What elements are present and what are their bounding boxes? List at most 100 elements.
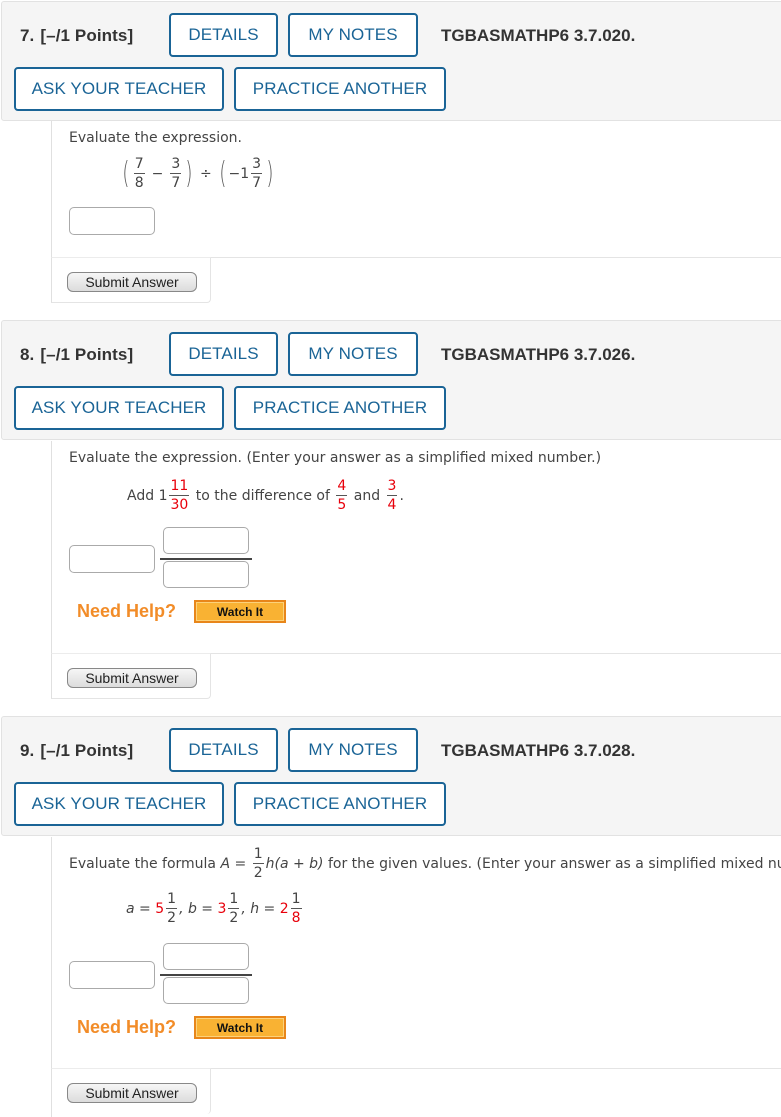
my-notes-button[interactable]: MY NOTES bbox=[288, 728, 418, 772]
denominator: 8 bbox=[291, 910, 301, 926]
denominator: 8 bbox=[134, 175, 144, 191]
mixed-whole: −1 bbox=[228, 165, 250, 182]
question-number-text: 9. bbox=[20, 741, 35, 760]
details-button[interactable]: DETAILS bbox=[169, 332, 278, 376]
denominator: 7 bbox=[252, 175, 262, 191]
points-label: [–/1 Points] bbox=[40, 26, 134, 45]
mixed-whole: 3 bbox=[217, 900, 227, 917]
denominator: 5 bbox=[337, 497, 347, 513]
mixed-whole: 2 bbox=[279, 900, 289, 917]
whole-number-input[interactable] bbox=[69, 961, 155, 989]
text-end: . bbox=[399, 487, 404, 504]
denominator: 4 bbox=[387, 497, 397, 513]
math-expression: ( 78 − 37 ) ÷ ( −1 37 ) bbox=[120, 157, 276, 190]
mixed-whole: 5 bbox=[155, 900, 165, 917]
question-number: 8. [–/1 Points] bbox=[20, 345, 133, 365]
divider bbox=[211, 257, 781, 258]
practice-another-button[interactable]: PRACTICE ANOTHER bbox=[234, 67, 446, 111]
numerator: 1 bbox=[252, 846, 264, 864]
numerator: 11 bbox=[169, 478, 190, 496]
submit-answer-button[interactable]: Submit Answer bbox=[67, 668, 197, 688]
ask-your-teacher-button[interactable]: ASK YOUR TEACHER bbox=[14, 386, 224, 430]
numerator: 4 bbox=[336, 478, 348, 496]
prompt-text: Evaluate the formula bbox=[69, 855, 217, 872]
practice-another-button[interactable]: PRACTICE ANOTHER bbox=[234, 386, 446, 430]
numerator: 3 bbox=[251, 156, 263, 174]
fraction: 12 bbox=[166, 891, 178, 926]
need-help-label: Need Help? bbox=[77, 1017, 177, 1037]
fraction-bar bbox=[160, 974, 252, 976]
need-help-label: Need Help? bbox=[77, 601, 177, 621]
submit-area: Submit Answer bbox=[51, 257, 211, 303]
details-button[interactable]: DETAILS bbox=[169, 13, 278, 57]
question-header: 8. [–/1 Points] DETAILS MY NOTES TGBASMAT… bbox=[1, 320, 781, 440]
close-paren: ) bbox=[266, 155, 274, 191]
question-number-text: 8. bbox=[20, 345, 35, 364]
fraction: 34 bbox=[386, 478, 398, 513]
prompt-text: for the given values. (Enter your answer… bbox=[327, 855, 781, 872]
fraction: 12 bbox=[252, 846, 264, 880]
given-values: a = 512, b = 312, h = 218 bbox=[126, 892, 304, 925]
math-expression: Add 1 11 30 to the difference of 45 and 3… bbox=[127, 479, 404, 512]
value-label: , h = bbox=[241, 900, 276, 917]
numerator: 7 bbox=[133, 156, 145, 174]
open-paren: ( bbox=[122, 155, 130, 191]
details-button[interactable]: DETAILS bbox=[169, 728, 278, 772]
fraction: 45 bbox=[336, 478, 348, 513]
ask-your-teacher-button[interactable]: ASK YOUR TEACHER bbox=[14, 782, 224, 826]
text-middle: to the difference of bbox=[195, 487, 330, 504]
points-label: [–/1 Points] bbox=[40, 741, 134, 760]
formula-variable: A bbox=[220, 855, 231, 872]
denominator: 2 bbox=[167, 910, 177, 926]
numerator: 1 bbox=[228, 891, 240, 909]
question-code: TGBASMATHP6 3.7.020. bbox=[441, 26, 636, 45]
text-and: and bbox=[353, 487, 381, 504]
fraction-bar bbox=[160, 558, 252, 560]
question-prompt: Evaluate the formula A = 1 2 h (a + b) for … bbox=[69, 847, 781, 880]
denominator-input[interactable] bbox=[163, 977, 249, 1004]
submit-area: Submit Answer bbox=[51, 1068, 211, 1114]
my-notes-button[interactable]: MY NOTES bbox=[288, 332, 418, 376]
question-header: 9. [–/1 Points] DETAILS MY NOTES TGBASMAT… bbox=[1, 716, 781, 836]
equals-sign: = bbox=[234, 855, 247, 872]
submit-answer-button[interactable]: Submit Answer bbox=[67, 272, 197, 292]
question-prompt: Evaluate the expression. bbox=[69, 130, 242, 146]
numerator: 3 bbox=[386, 478, 398, 496]
minus-operator: − bbox=[151, 165, 164, 182]
denominator: 7 bbox=[171, 175, 181, 191]
value-label: a = bbox=[126, 900, 151, 917]
mixed-whole: 1 bbox=[158, 487, 168, 504]
question-number-text: 7. bbox=[20, 26, 35, 45]
question-number: 7. [–/1 Points] bbox=[20, 26, 133, 46]
divider bbox=[211, 1068, 781, 1069]
formula-variable: h bbox=[265, 855, 275, 872]
question-prompt: Evaluate the expression. (Enter your ans… bbox=[69, 450, 602, 466]
my-notes-button[interactable]: MY NOTES bbox=[288, 13, 418, 57]
ask-your-teacher-button[interactable]: ASK YOUR TEACHER bbox=[14, 67, 224, 111]
question-code: TGBASMATHP6 3.7.026. bbox=[441, 345, 636, 364]
denominator-input[interactable] bbox=[163, 561, 249, 588]
value-label: , b = bbox=[179, 900, 214, 917]
numerator-input[interactable] bbox=[163, 943, 249, 970]
denominator: 2 bbox=[229, 910, 239, 926]
submit-area: Submit Answer bbox=[51, 653, 211, 699]
question-code: TGBASMATHP6 3.7.028. bbox=[441, 741, 636, 760]
practice-another-button[interactable]: PRACTICE ANOTHER bbox=[234, 782, 446, 826]
watch-it-button[interactable]: Watch It bbox=[194, 600, 286, 623]
formula-rest: (a + b) bbox=[274, 855, 324, 872]
fraction: 12 bbox=[228, 891, 240, 926]
close-paren: ) bbox=[185, 155, 193, 191]
submit-answer-button[interactable]: Submit Answer bbox=[67, 1083, 197, 1103]
numerator-input[interactable] bbox=[163, 527, 249, 554]
watch-it-button[interactable]: Watch It bbox=[194, 1016, 286, 1039]
numerator: 1 bbox=[166, 891, 178, 909]
question-header: 7. [–/1 Points] DETAILS MY NOTES TGBASMAT… bbox=[1, 1, 781, 121]
fraction: 11 30 bbox=[169, 478, 190, 513]
fraction: 37 bbox=[251, 156, 263, 191]
points-label: [–/1 Points] bbox=[40, 345, 134, 364]
whole-number-input[interactable] bbox=[69, 545, 155, 573]
open-paren: ( bbox=[219, 155, 227, 191]
denominator: 30 bbox=[170, 497, 189, 513]
answer-input[interactable] bbox=[69, 207, 155, 235]
fraction: 18 bbox=[290, 892, 302, 926]
